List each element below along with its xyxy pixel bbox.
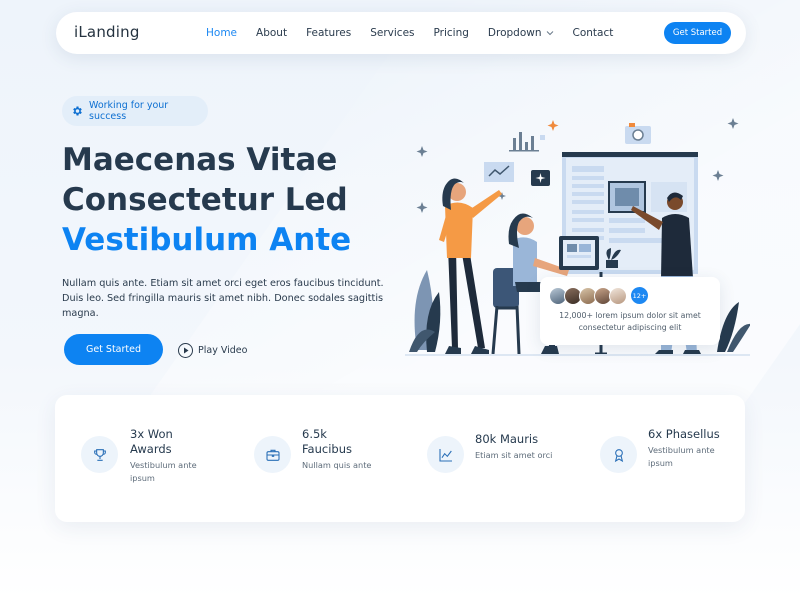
trophy-icon xyxy=(81,436,118,473)
customer-avatars: 12+ xyxy=(549,286,649,305)
logo[interactable]: iLanding xyxy=(74,23,140,41)
stat-subtitle: Vestibulum ante ipsum xyxy=(648,445,715,468)
play-icon xyxy=(178,342,193,358)
avatar xyxy=(609,286,627,305)
hero-title-line-1: Maecenas Vitae xyxy=(62,142,338,178)
navbar: iLanding Home About Features Services Pr… xyxy=(56,12,746,54)
chart-icon xyxy=(427,436,464,473)
customers-card: 12+ 12,000+ lorem ipsum dolor sit amet c… xyxy=(540,277,720,345)
stat-title: 6x Phasellus xyxy=(648,427,720,441)
stat-subtitle: Etiam sit amet orci xyxy=(475,450,553,460)
stat-title: 6.5k Faucibus xyxy=(302,427,352,456)
play-video-button[interactable]: Play Video xyxy=(178,341,247,359)
nav-dropdown[interactable]: Dropdown xyxy=(488,27,554,39)
chevron-down-icon xyxy=(546,29,554,38)
nav-link-features[interactable]: Features xyxy=(306,27,351,39)
stat-title: 80k Mauris xyxy=(475,432,539,446)
nav-links: Home About Features Services Pricing Dro… xyxy=(206,12,632,54)
nav-link-about[interactable]: About xyxy=(256,27,287,39)
customer-count-badge: 12+ xyxy=(630,286,649,305)
nav-link-services[interactable]: Services xyxy=(370,27,414,39)
nav-link-home[interactable]: Home xyxy=(206,27,237,39)
nav-link-pricing[interactable]: Pricing xyxy=(434,27,469,39)
stat-title: 3x Won Awards xyxy=(130,427,173,456)
briefcase-icon xyxy=(254,436,291,473)
nav-link-contact[interactable]: Contact xyxy=(573,27,614,39)
award-icon xyxy=(600,436,637,473)
hero-title-line-3: Vestibulum Ante xyxy=(62,222,352,258)
nav-dropdown-label: Dropdown xyxy=(487,27,542,39)
play-video-label: Play Video xyxy=(198,344,248,356)
hero-get-started-button[interactable]: Get Started xyxy=(64,334,163,365)
hero-badge-text: Working for your success xyxy=(89,100,169,122)
customers-card-text: 12,000+ lorem ipsum dolor sit amet conse… xyxy=(559,311,701,332)
hero-badge: Working for your success xyxy=(62,96,208,126)
nav-get-started-button[interactable]: Get Started xyxy=(664,22,731,44)
gear-icon xyxy=(71,102,83,121)
hero-title: Maecenas Vitae Consectetur Led Vestibulu… xyxy=(62,140,402,260)
stat-subtitle: Nullam quis ante xyxy=(302,460,372,470)
stat-subtitle: Vestibulum ante ipsum xyxy=(130,460,197,483)
hero-title-line-2: Consectetur Led xyxy=(62,182,348,218)
hero-description: Nullam quis ante. Etiam sit amet orci eg… xyxy=(62,278,384,319)
stats-section: 3x Won Awards Vestibulum ante ipsum 6.5k… xyxy=(55,395,745,522)
